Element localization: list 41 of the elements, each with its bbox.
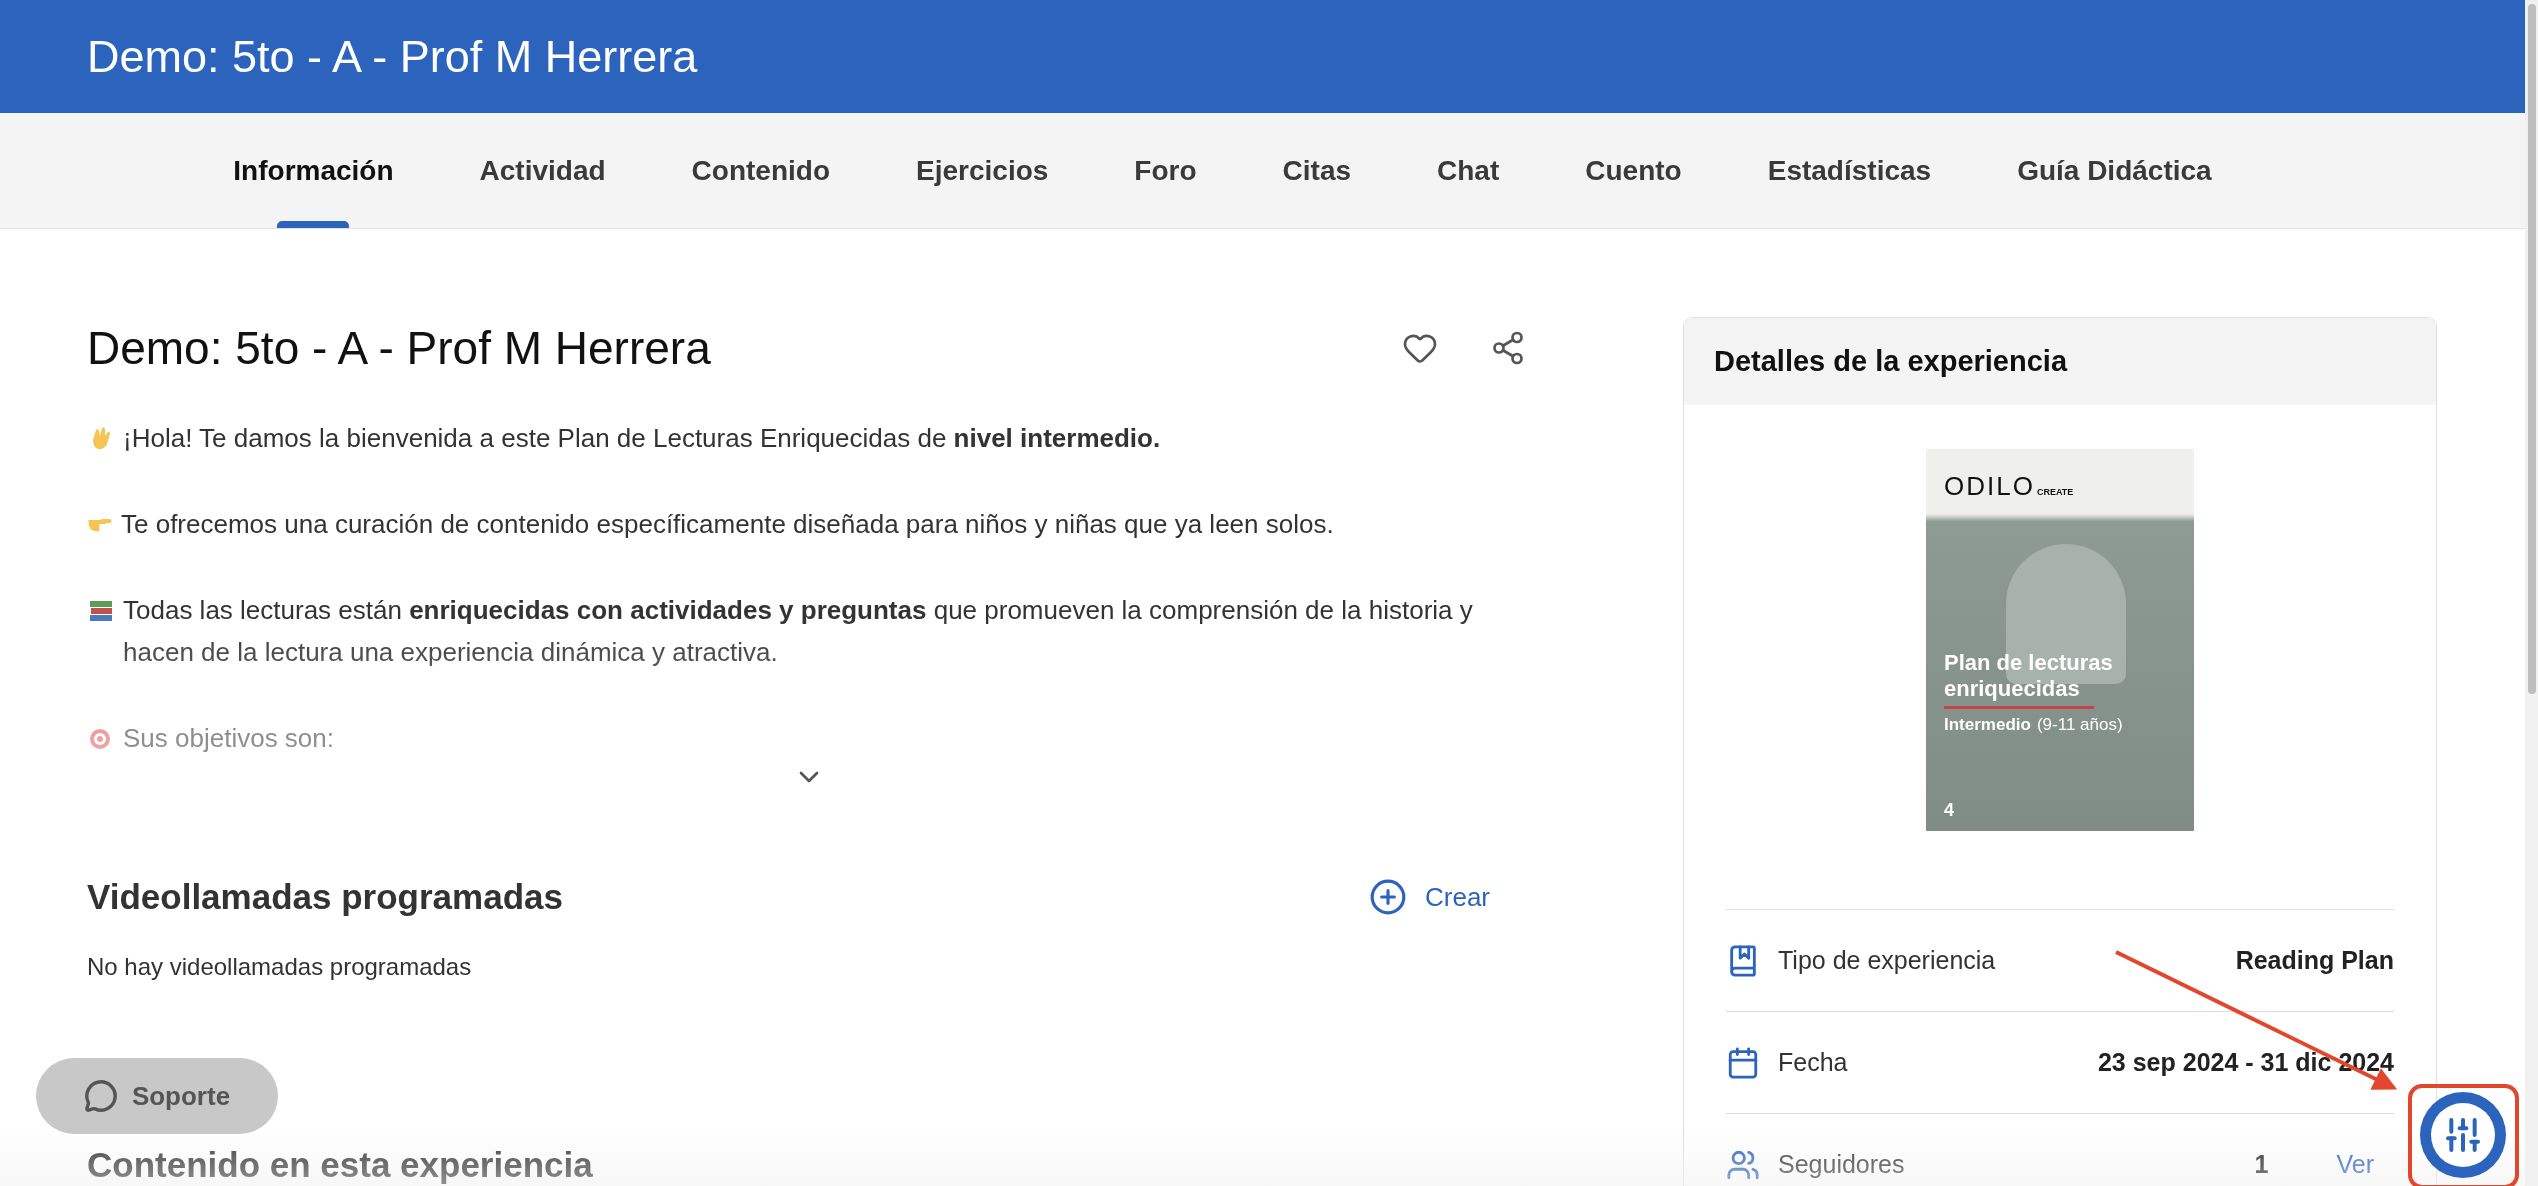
- create-button[interactable]: Crear: [1369, 878, 1490, 916]
- tab[interactable]: Información: [190, 113, 437, 228]
- speech-bubble-icon: [83, 1079, 118, 1113]
- plus-circle-icon: [1369, 878, 1407, 916]
- card-title: Detalles de la experiencia: [1684, 318, 2436, 405]
- detail-label: Fecha: [1778, 1048, 1849, 1077]
- tab[interactable]: Foro: [1091, 113, 1240, 228]
- cover-title: Plan de lecturas enriquecidas: [1944, 650, 2114, 702]
- tab[interactable]: Ejercicios: [873, 113, 1092, 228]
- calendar-icon: [1726, 1045, 1760, 1080]
- pointing-hand-icon: [87, 517, 113, 532]
- cover-number: 4: [1944, 800, 1955, 821]
- detail-value: 23 sep 2024 - 31 dic 2024: [2097, 1048, 2394, 1077]
- tab[interactable]: Chat: [1394, 113, 1543, 228]
- tab[interactable]: Guía Didáctica: [1974, 113, 2255, 228]
- page-title: Demo: 5to - A - Prof M Herrera: [87, 30, 698, 83]
- cover-ages: (9-11 años): [2036, 715, 2123, 735]
- support-button[interactable]: Soporte: [36, 1058, 278, 1134]
- cover-logo: ODILO: [1944, 471, 2035, 502]
- tab[interactable]: Estadísticas: [1724, 113, 1975, 228]
- detail-value: Reading Plan: [2235, 946, 2394, 975]
- section-heading: Contenido en esta experiencia: [87, 1145, 594, 1185]
- tab[interactable]: Citas: [1239, 113, 1395, 228]
- scrollbar[interactable]: [2525, 0, 2538, 1186]
- sliders-icon: [2443, 1115, 2483, 1155]
- description-paragraph: Sus objetivos son:: [123, 722, 334, 755]
- tab[interactable]: Actividad: [436, 113, 649, 228]
- detail-value: 1: [2254, 1150, 2269, 1179]
- tab[interactable]: Cuento: [1542, 113, 1725, 228]
- experience-title: Demo: 5to - A - Prof M Herrera: [87, 321, 711, 375]
- detail-label: Seguidores: [1778, 1150, 1906, 1179]
- section-heading: Videollamadas programadas: [87, 877, 563, 917]
- detail-label: Tipo de experiencia: [1778, 946, 1997, 975]
- description-paragraph: ¡Hola! Te damos la bienvenida a este Plan de Lecturas Enriquecidas de nivel intermedio.: [123, 422, 1161, 455]
- book-cover[interactable]: ODILO CREATE Plan de lecturas enriquecidas Intermedio (9-11 años) 4: [1926, 449, 2194, 831]
- description-paragraph: Te ofrecemos una curación de contenido específicamente diseñada para niños y niñas que ya leen solos.: [121, 508, 1334, 541]
- tab[interactable]: Contenido: [648, 113, 874, 228]
- description-paragraph: Todas las lecturas están enriquecidas con actividades y preguntas que promueven la comprensión de la historia y hacen de la lectura una experiencia dinámica y atractiva.: [123, 594, 1474, 669]
- empty-message: No hay videollamadas programadas: [87, 953, 473, 981]
- cover-level: Intermedio: [1944, 715, 2031, 735]
- cover-logo-suffix: CREATE: [2036, 487, 2074, 497]
